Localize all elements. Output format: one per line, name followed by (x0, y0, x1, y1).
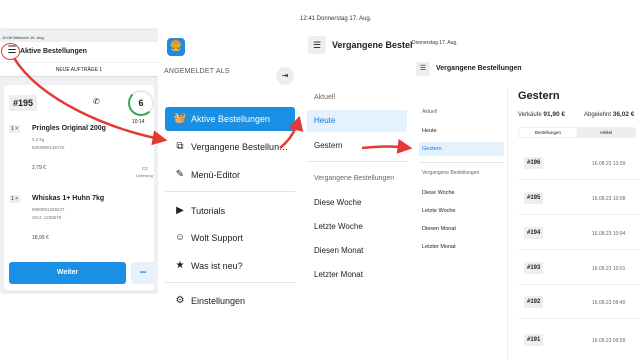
order-row[interactable]: #193 16.08.23 10:01 (518, 261, 640, 277)
tab-new-orders[interactable]: NEUE AUFTRÄGE 1 (0, 63, 158, 77)
past-orders-nav: ☰ Vergangene Bestellungen Aktuell Heute … (300, 24, 412, 292)
nav-today[interactable]: Heute (307, 110, 407, 132)
nav-settings[interactable]: ⚙ Einstellungen (165, 289, 295, 313)
nav-this-week[interactable]: Diese Woche (307, 192, 407, 214)
side-menu: 🍔 ANGEMELDET ALS ⇥ 🧺 Aktive Bestellungen … (158, 30, 298, 320)
nav-whats-new[interactable]: ★ Was ist neu? (165, 254, 295, 278)
status-bar: 12:41 Donnerstag 17. Aug. (300, 16, 372, 22)
order-number: #195 (9, 95, 38, 111)
sales-stat: Verkäufe 91,90 € (518, 111, 566, 118)
nav-last-month[interactable]: Letzter Monat (419, 240, 504, 254)
app-logo-icon: 🍔 (167, 38, 185, 56)
divider (307, 161, 407, 162)
nav-last-month[interactable]: Letzter Monat (307, 264, 407, 286)
nav-this-month[interactable]: Diesen Monat (307, 240, 407, 262)
row-divider (518, 249, 640, 250)
page-title: Vergangene Bestellungen (332, 40, 412, 50)
nav-yesterday[interactable]: Gestern (307, 135, 407, 157)
gear-icon: ⚙ (175, 295, 185, 306)
row-divider (518, 214, 640, 215)
delivery-icon: ▭ (142, 166, 148, 172)
nav-active-orders[interactable]: 🧺 Aktive Bestellungen (165, 107, 295, 131)
order-row[interactable]: #192 16.08.23 09:40 (518, 295, 640, 311)
logout-icon[interactable]: ⇥ (276, 67, 294, 85)
countdown-timer: 6 (128, 90, 154, 116)
item-qty: 1 × (9, 195, 21, 203)
row-divider (518, 179, 640, 180)
nav-menu-editor[interactable]: ✎ Menü-Editor (165, 163, 295, 187)
divider (419, 162, 504, 163)
segmented-tabs: Bestellungen Artikel (518, 127, 636, 138)
active-orders-screen: 10:08 Mittwoch 16. Aug. ☰ Aktive Bestell… (0, 30, 158, 292)
past-orders-tablet: ☰ Vergangene Bestellungen Aktuell Heute … (412, 52, 640, 360)
divider (165, 282, 295, 283)
hamburger-menu-icon[interactable]: ☰ (416, 62, 430, 76)
page-title: Aktive Bestellungen (20, 48, 87, 55)
order-row[interactable]: #195 16.08.23 10:08 (518, 191, 640, 207)
section-current: Aktuell (422, 109, 438, 115)
pickup-time: 10:14 (132, 119, 145, 125)
tab-orders[interactable]: Bestellungen (519, 128, 577, 137)
nav-yesterday[interactable]: Gestern (419, 142, 504, 156)
item-sku: SKU: 1228579 (32, 215, 62, 220)
hamburger-menu-icon[interactable]: ☰ (308, 36, 326, 54)
nav-past-orders[interactable]: ⧉ Vergangene Bestellun… (165, 135, 295, 159)
basket-icon: 🧺 (173, 113, 187, 124)
item-weight: 0,2 kg (32, 137, 45, 142)
nav-tutorials[interactable]: ▶ Tutorials (165, 199, 295, 223)
status-bar: Donnerstag 17. Aug. (412, 40, 458, 46)
divider (165, 191, 295, 192)
section-current: Aktuell (314, 94, 336, 101)
play-icon: ▶ (176, 205, 184, 216)
nav-this-week[interactable]: Diese Woche (419, 186, 504, 200)
status-bar: 10:08 Mittwoch 16. Aug. (2, 35, 45, 40)
highlight-circle (1, 43, 20, 60)
star-icon: ★ (175, 260, 185, 271)
page-title: Vergangene Bestellungen (436, 65, 522, 72)
logged-in-label: ANGEMELDET ALS (164, 68, 230, 75)
item-name: Pringles Original 200g (32, 125, 106, 132)
edit-icon: ✎ (175, 169, 185, 180)
item-ean: 5053990138722 (32, 145, 65, 150)
nav-last-week[interactable]: Letzte Woche (419, 204, 504, 218)
order-row[interactable]: #196 16.08.23 13:39 (518, 156, 640, 172)
rejected-stat: Abgelehnt 36,02 € (584, 111, 635, 118)
item-ean: 5900951259227 (32, 207, 65, 212)
nav-support[interactable]: ☺ Wolt Support (165, 226, 295, 250)
nav-this-month[interactable]: Diesen Monat (419, 222, 504, 236)
delivery-label: Lieferung (136, 173, 153, 178)
order-card[interactable]: #195 ✆ 6 10:14 1 × Pringles Original 200… (4, 85, 154, 290)
item-price: 18,99 € (32, 235, 49, 241)
nav-last-week[interactable]: Letzte Woche (307, 216, 407, 238)
item-price: 2,79 € (32, 165, 46, 171)
item-name: Whiskas 1+ Huhn 7kg (32, 195, 105, 202)
nav-today[interactable]: Heute (419, 124, 504, 138)
section-past: Vergangene Bestellungen (422, 170, 480, 176)
tab-items[interactable]: Artikel (577, 128, 635, 137)
row-divider (518, 284, 640, 285)
section-past: Vergangene Bestellungen (314, 175, 395, 182)
left-nav: Aktuell Heute Gestern Vergangene Bestell… (412, 88, 508, 360)
order-row[interactable]: #194 16.08.23 10:04 (518, 226, 640, 242)
header: ☰ Vergangene Bestellungen (300, 28, 412, 58)
day-title: Gestern (518, 90, 560, 102)
phone-icon[interactable]: ✆ (93, 97, 100, 106)
copy-icon: ⧉ (176, 141, 184, 152)
item-qty: 1 × (9, 125, 21, 133)
order-total: 21,78 € (32, 271, 53, 277)
chat-icon: ☺ (174, 232, 186, 243)
row-divider (518, 318, 640, 319)
order-row[interactable]: #191 16.08.23 09:59 (518, 333, 640, 349)
